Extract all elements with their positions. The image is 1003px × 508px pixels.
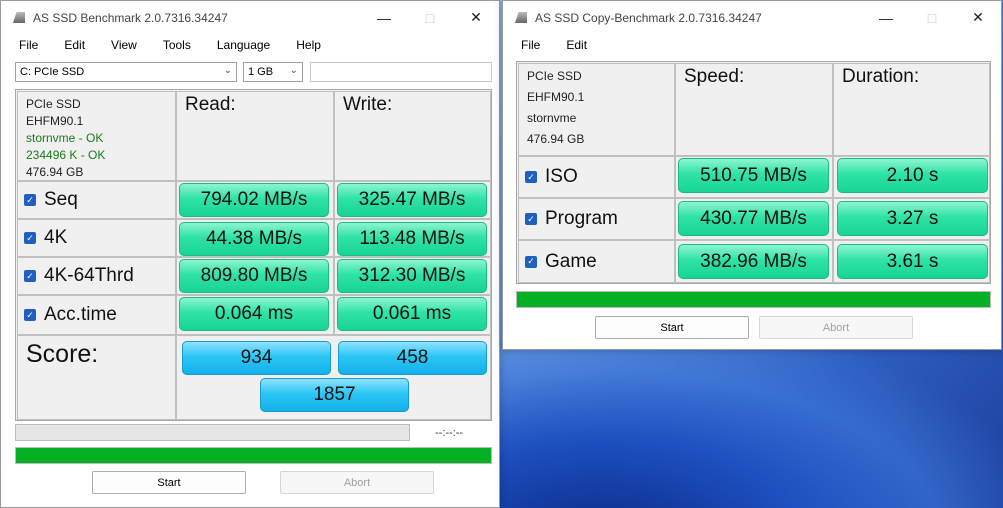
program-speed-value: 430.77 MB/s (678, 201, 829, 236)
speed-header: Speed: (684, 66, 745, 87)
menu-bar: File Edit View Tools Language Help (1, 34, 499, 56)
start-button[interactable]: Start (595, 316, 749, 339)
checkbox-4k64[interactable]: ✓ (24, 270, 36, 282)
checkbox-iso[interactable]: ✓ (525, 171, 537, 183)
iso-speed-value: 510.75 MB/s (678, 158, 829, 193)
app-icon (13, 12, 25, 23)
start-button[interactable]: Start (92, 471, 246, 494)
title-bar[interactable]: AS SSD Benchmark 2.0.7316.34247 — □ ✕ (1, 1, 499, 34)
score-total: 1857 (260, 378, 409, 412)
acctime-read-value: 0.064 ms (179, 297, 329, 331)
copy-progress-bar (516, 291, 991, 308)
game-duration-value: 3.61 s (837, 244, 988, 279)
score-read: 934 (182, 341, 331, 375)
program-duration-value: 3.27 s (837, 201, 988, 236)
write-header-cell: Write: (334, 91, 491, 181)
row-label-acctime: Acc.time (44, 304, 117, 325)
game-speed-value: 382.96 MB/s (678, 244, 829, 279)
status-textbox[interactable] (310, 62, 492, 82)
row-acctime: ✓ Acc.time (17, 295, 176, 335)
row-4k: ✓ 4K (17, 219, 176, 257)
maximize-icon: □ (425, 9, 435, 26)
row-label-iso: ISO (545, 166, 578, 187)
minimize-icon[interactable]: — (361, 1, 407, 34)
size-select[interactable]: 1 GB ⌄ (243, 62, 303, 82)
checkbox-acctime[interactable]: ✓ (24, 309, 36, 321)
read-header: Read: (185, 94, 236, 115)
size-select-value: 1 GB (248, 66, 274, 78)
duration-header-cell: Duration: (833, 63, 990, 156)
row-4k64: ✓ 4K-64Thrd (17, 257, 176, 295)
checkbox-program[interactable]: ✓ (525, 213, 537, 225)
drive-name: PCIe SSD (26, 97, 81, 111)
menu-file[interactable]: File (19, 38, 38, 52)
checkbox-game[interactable]: ✓ (525, 255, 537, 268)
read-header-cell: Read: (176, 91, 334, 181)
4k-read-value: 44.38 MB/s (179, 222, 329, 256)
drive-name: PCIe SSD (527, 69, 582, 83)
drive-select[interactable]: C: PCIe SSD ⌄ (15, 62, 237, 82)
row-label-seq: Seq (44, 189, 78, 210)
duration-header: Duration: (842, 66, 920, 87)
test-progress-bar (15, 424, 410, 441)
alignment-status: 234496 K - OK (26, 148, 106, 162)
maximize-icon: □ (927, 9, 937, 26)
minimize-icon[interactable]: — (863, 1, 909, 34)
4k-write-value: 113.48 MB/s (337, 222, 487, 256)
app-icon (515, 12, 527, 23)
seq-write-value: 325.47 MB/s (337, 183, 487, 217)
driver-status: stornvme - OK (26, 131, 104, 145)
drive-model: EHFM90.1 (26, 114, 84, 128)
score-write: 458 (338, 341, 487, 375)
abort-button[interactable]: Abort (280, 471, 434, 494)
elapsed-timer: --:--:-- (435, 427, 464, 439)
window-title: AS SSD Copy-Benchmark 2.0.7316.34247 (535, 10, 762, 25)
window-title: AS SSD Benchmark 2.0.7316.34247 (33, 10, 228, 25)
checkbox-seq[interactable]: ✓ (24, 194, 36, 206)
chevron-down-icon: ⌄ (223, 65, 232, 76)
4k64-read-value: 809.80 MB/s (179, 259, 329, 293)
row-game: ✓ Game (518, 240, 675, 283)
menu-file[interactable]: File (521, 38, 540, 52)
score-label: Score: (26, 340, 99, 368)
seq-read-value: 794.02 MB/s (179, 183, 329, 217)
acctime-write-value: 0.061 ms (337, 297, 487, 331)
chevron-down-icon: ⌄ (289, 65, 298, 76)
benchmark-window: AS SSD Benchmark 2.0.7316.34247 — □ ✕ Fi… (0, 0, 500, 508)
title-bar[interactable]: AS SSD Copy-Benchmark 2.0.7316.34247 — □… (503, 1, 1001, 34)
row-label-4k: 4K (44, 227, 68, 248)
driver-name: stornvme (527, 111, 577, 125)
total-progress-bar (15, 447, 492, 464)
row-iso: ✓ ISO (518, 156, 675, 198)
row-label-4k64: 4K-64Thrd (44, 265, 134, 286)
menu-bar: File Edit (503, 34, 1001, 56)
abort-button[interactable]: Abort (759, 316, 913, 339)
close-icon[interactable]: ✕ (955, 1, 1001, 34)
row-program: ✓ Program (518, 198, 675, 240)
menu-view[interactable]: View (111, 38, 137, 52)
write-header: Write: (343, 94, 393, 115)
drive-select-value: C: PCIe SSD (20, 66, 85, 78)
speed-header-cell: Speed: (675, 63, 833, 156)
row-label-program: Program (545, 208, 618, 229)
iso-duration-value: 2.10 s (837, 158, 988, 193)
checkbox-4k[interactable]: ✓ (24, 232, 36, 244)
menu-help[interactable]: Help (296, 38, 321, 52)
row-label-game: Game (545, 250, 597, 272)
copy-benchmark-window: AS SSD Copy-Benchmark 2.0.7316.34247 — □… (502, 0, 1002, 350)
close-icon[interactable]: ✕ (453, 1, 499, 34)
menu-tools[interactable]: Tools (163, 38, 191, 52)
drive-model: EHFM90.1 (527, 90, 585, 104)
desktop-wallpaper (500, 340, 1003, 508)
4k64-write-value: 312.30 MB/s (337, 259, 487, 293)
drive-info-cell: PCIe SSD EHFM90.1 stornvme 476.94 GB (518, 63, 675, 156)
row-seq: ✓ Seq (17, 181, 176, 219)
menu-edit[interactable]: Edit (64, 38, 85, 52)
drive-capacity: 476.94 GB (527, 132, 585, 146)
menu-language[interactable]: Language (217, 38, 270, 52)
menu-edit[interactable]: Edit (566, 38, 587, 52)
drive-capacity: 476.94 GB (26, 165, 84, 179)
drive-info-cell: PCIe SSD EHFM90.1 stornvme - OK 234496 K… (17, 91, 176, 181)
